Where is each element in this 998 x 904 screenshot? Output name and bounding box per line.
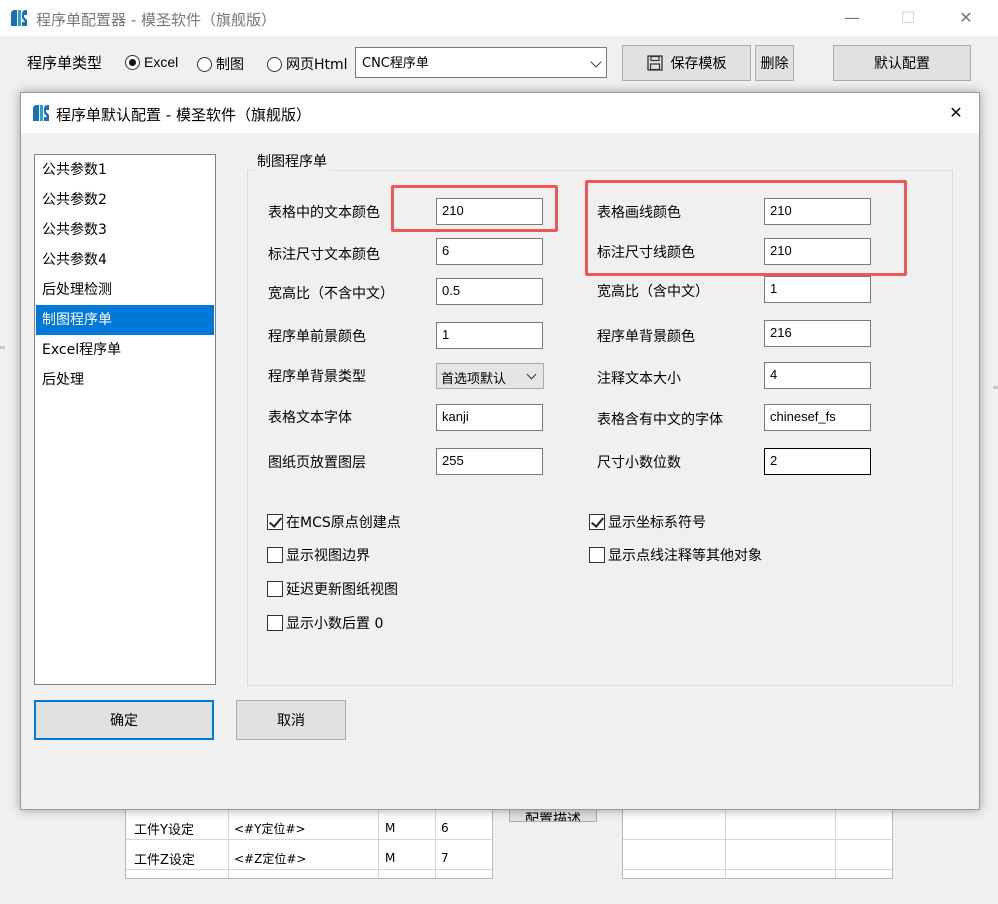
table-row-y-name: 工件Y设定 (134, 823, 194, 838)
field-label: 宽高比（不含中文） (268, 286, 394, 302)
list-item[interactable]: 公共参数2 (36, 185, 214, 215)
cancel-button[interactable]: 取消 (236, 700, 346, 740)
list-item[interactable]: 公共参数1 (36, 155, 214, 185)
field-label: 图纸页放置图层 (268, 455, 366, 471)
mcs-origin-point-checkbox[interactable]: 在MCS原点创建点 (267, 512, 401, 532)
background-type-select[interactable]: 首选项默认 (436, 363, 544, 389)
delay-view-update-checkbox[interactable]: 延迟更新图纸视图 (267, 579, 398, 599)
foreground-color-input[interactable]: 1 (436, 322, 543, 349)
radio-html[interactable]: 网页Html (267, 54, 348, 74)
radio-drawing-label: 制图 (216, 57, 244, 73)
table-row-z-code: <#Z定位#> (234, 852, 307, 866)
highlight-box-right (585, 180, 907, 276)
checkbox-indicator[interactable] (589, 514, 605, 530)
table-row-y-code: <#Y定位#> (234, 822, 306, 836)
field-label: 程序单前景颜色 (268, 329, 366, 345)
checkbox-indicator[interactable] (267, 615, 283, 631)
field-label: 表格含有中文的字体 (597, 412, 723, 428)
field-label: 表格文本字体 (268, 410, 352, 426)
ok-button[interactable]: 确定 (34, 700, 214, 740)
show-view-border-checkbox[interactable]: 显示视图边界 (267, 545, 370, 565)
checkbox-indicator[interactable] (267, 581, 283, 597)
default-config-dialog: 程序单默认配置 - 模圣软件（旗舰版） ✕ 公共参数1 公共参数2 公共参数3 … (20, 92, 980, 810)
radio-excel[interactable]: Excel (125, 54, 178, 70)
decimal-places-input[interactable]: 2 (764, 448, 871, 475)
field-label: 宽高比（含中文） (597, 284, 709, 300)
list-item-selected[interactable]: 制图程序单 (36, 305, 214, 335)
checkbox-label: 延迟更新图纸视图 (286, 582, 398, 598)
delete-button[interactable]: 删除 (755, 45, 794, 81)
chevron-down-icon (590, 56, 602, 68)
field-label: 标注尺寸文本颜色 (268, 247, 380, 263)
aspect-ratio-no-cjk-input[interactable]: 0.5 (436, 278, 543, 305)
radio-html-label: 网页Html (286, 57, 348, 73)
close-button[interactable]: ✕ (943, 0, 989, 36)
show-csys-symbol-checkbox[interactable]: 显示坐标系符号 (589, 512, 706, 532)
list-item[interactable]: Excel程序单 (36, 335, 214, 365)
save-template-button[interactable]: 保存模板 (622, 45, 751, 81)
floppy-disk-icon (646, 55, 663, 71)
list-item[interactable]: 后处理 (36, 365, 214, 395)
list-item[interactable]: 后处理检测 (36, 275, 214, 305)
chevron-down-icon (526, 369, 537, 380)
checkbox-indicator[interactable] (267, 514, 283, 530)
radio-excel-indicator[interactable] (125, 54, 140, 70)
drawing-layer-input[interactable]: 255 (436, 448, 543, 475)
category-list[interactable]: 公共参数1 公共参数2 公共参数3 公共参数4 后处理检测 制图程序单 Exce… (34, 154, 216, 685)
list-item[interactable]: 公共参数4 (36, 245, 214, 275)
save-template-label: 保存模板 (670, 56, 727, 72)
checkbox-indicator[interactable] (267, 547, 283, 563)
field-label: 表格中的文本颜色 (268, 205, 380, 221)
show-other-objects-checkbox[interactable]: 显示点线注释等其他对象 (589, 545, 762, 565)
main-title-bar: 程序单配置器 - 模圣软件（旗舰版） — ☐ ✕ (0, 0, 998, 36)
background-color-input[interactable]: 216 (764, 320, 871, 347)
radio-drawing[interactable]: 制图 (197, 54, 244, 74)
app-logo-icon (11, 10, 27, 26)
radio-html-indicator[interactable] (267, 56, 282, 72)
table-row-y-num: 6 (441, 821, 449, 835)
highlight-box-left (391, 185, 558, 232)
checkbox-indicator[interactable] (589, 547, 605, 563)
table-row-y-type: M (385, 821, 396, 835)
trailing-zero-checkbox[interactable]: 显示小数后置 0 (267, 613, 383, 633)
radio-excel-label: Excel (144, 54, 179, 70)
dialog-title-bar: 程序单默认配置 - 模圣软件（旗舰版） ✕ (21, 93, 979, 133)
checkbox-label: 显示视图边界 (286, 548, 370, 564)
template-select[interactable]: CNC程序单 (355, 47, 607, 78)
field-label: 程序单背景颜色 (597, 329, 695, 345)
field-label: 尺寸小数位数 (597, 455, 681, 471)
checkbox-label: 显示小数后置 0 (286, 616, 384, 632)
field-label: 注释文本大小 (597, 371, 681, 387)
config-description-label: 配置描述 (525, 812, 581, 822)
checkbox-label: 显示点线注释等其他对象 (608, 548, 762, 564)
radio-drawing-indicator[interactable] (197, 56, 212, 72)
table-row-z-type: M (385, 851, 396, 865)
checkbox-label: 在MCS原点创建点 (286, 515, 401, 531)
cjk-font-input[interactable]: chinesef_fs (764, 404, 871, 431)
table-row-z-num: 7 (441, 851, 449, 865)
background-type-value: 首选项默认 (441, 372, 507, 387)
dialog-logo-icon (33, 105, 49, 121)
maximize-button[interactable]: ☐ (885, 0, 931, 36)
table-row-z-name: 工件Z设定 (134, 853, 195, 868)
table-font-input[interactable]: kanji (436, 404, 543, 431)
right-edge-divider (993, 386, 998, 389)
field-label: 程序单背景类型 (268, 369, 366, 385)
group-title: 制图程序单 (254, 151, 330, 171)
checkbox-label: 显示坐标系符号 (608, 515, 706, 531)
program-type-label: 程序单类型 (27, 54, 103, 72)
minimize-button[interactable]: — (829, 0, 875, 36)
annotation-text-size-input[interactable]: 4 (764, 362, 871, 389)
dimension-text-color-input[interactable]: 6 (436, 238, 543, 265)
dialog-title: 程序单默认配置 - 模圣软件（旗舰版） (56, 106, 311, 124)
main-window-title: 程序单配置器 - 模圣软件（旗舰版） (36, 11, 276, 29)
aspect-ratio-cjk-input[interactable]: 1 (764, 276, 871, 303)
list-item[interactable]: 公共参数3 (36, 215, 214, 245)
template-select-value: CNC程序单 (362, 56, 429, 71)
default-config-button[interactable]: 默认配置 (833, 45, 971, 81)
dialog-close-button[interactable]: ✕ (933, 95, 979, 131)
left-edge-divider (0, 346, 5, 349)
